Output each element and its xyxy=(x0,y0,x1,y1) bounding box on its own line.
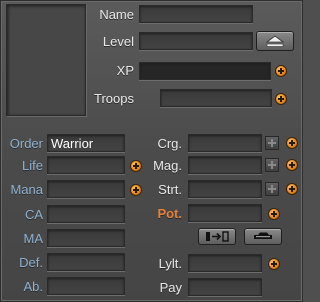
crg-plus-icon[interactable] xyxy=(286,137,298,149)
troops-plus-icon[interactable] xyxy=(275,93,287,105)
ab-label: Ab. xyxy=(23,279,43,294)
mag-field xyxy=(188,156,262,174)
order-field: Warrior xyxy=(47,134,125,152)
name-field[interactable] xyxy=(139,5,253,23)
ma-field xyxy=(47,229,125,247)
pot-field xyxy=(188,204,262,222)
strt-increase-icon xyxy=(265,182,279,196)
portrait-frame xyxy=(6,4,86,116)
lylt-label: Lylt. xyxy=(158,256,182,271)
strt-field xyxy=(188,180,262,198)
level-label: Level xyxy=(102,34,134,49)
crg-increase-icon xyxy=(265,136,279,150)
def-label: Def. xyxy=(19,255,43,270)
level-up-button[interactable] xyxy=(256,31,294,51)
troops-label: Troops xyxy=(94,91,134,106)
eject-icon xyxy=(265,35,285,47)
crg-label: Crg. xyxy=(157,136,182,151)
character-panel: Name Level XP Troops Order Warrior Life … xyxy=(0,0,303,302)
xp-bar xyxy=(139,62,271,80)
level-field[interactable] xyxy=(139,32,253,50)
order-label: Order xyxy=(9,136,43,151)
name-label: Name xyxy=(99,7,134,22)
strt-plus-icon[interactable] xyxy=(286,183,298,195)
pot-plus-icon[interactable] xyxy=(268,208,280,220)
mag-increase-icon xyxy=(265,158,279,172)
life-label: Life xyxy=(22,158,43,173)
pay-label: Pay xyxy=(159,280,182,295)
strt-label: Strt. xyxy=(158,182,182,197)
crg-field xyxy=(188,134,262,152)
equip-transfer-button[interactable] xyxy=(198,228,236,245)
lylt-field xyxy=(188,254,262,272)
mag-label: Mag. xyxy=(153,158,182,173)
mana-field xyxy=(47,180,125,198)
pot-label: Pot. xyxy=(157,206,182,221)
ab-field xyxy=(47,277,125,295)
vehicle-button[interactable] xyxy=(244,228,282,245)
mag-plus-icon[interactable] xyxy=(286,159,298,171)
vehicle-icon xyxy=(254,232,272,239)
xp-label: XP xyxy=(116,63,134,78)
ca-label: CA xyxy=(24,207,43,222)
life-field xyxy=(47,156,125,174)
ma-label: MA xyxy=(23,231,44,246)
order-value: Warrior xyxy=(51,136,94,151)
mana-label: Mana xyxy=(10,182,43,197)
pay-field xyxy=(188,278,262,296)
transfer-icon xyxy=(206,231,229,242)
xp-plus-icon[interactable] xyxy=(275,65,287,77)
troops-field[interactable] xyxy=(160,89,272,107)
lylt-plus-icon[interactable] xyxy=(268,258,280,270)
ca-field xyxy=(47,205,125,223)
def-field xyxy=(47,253,125,271)
